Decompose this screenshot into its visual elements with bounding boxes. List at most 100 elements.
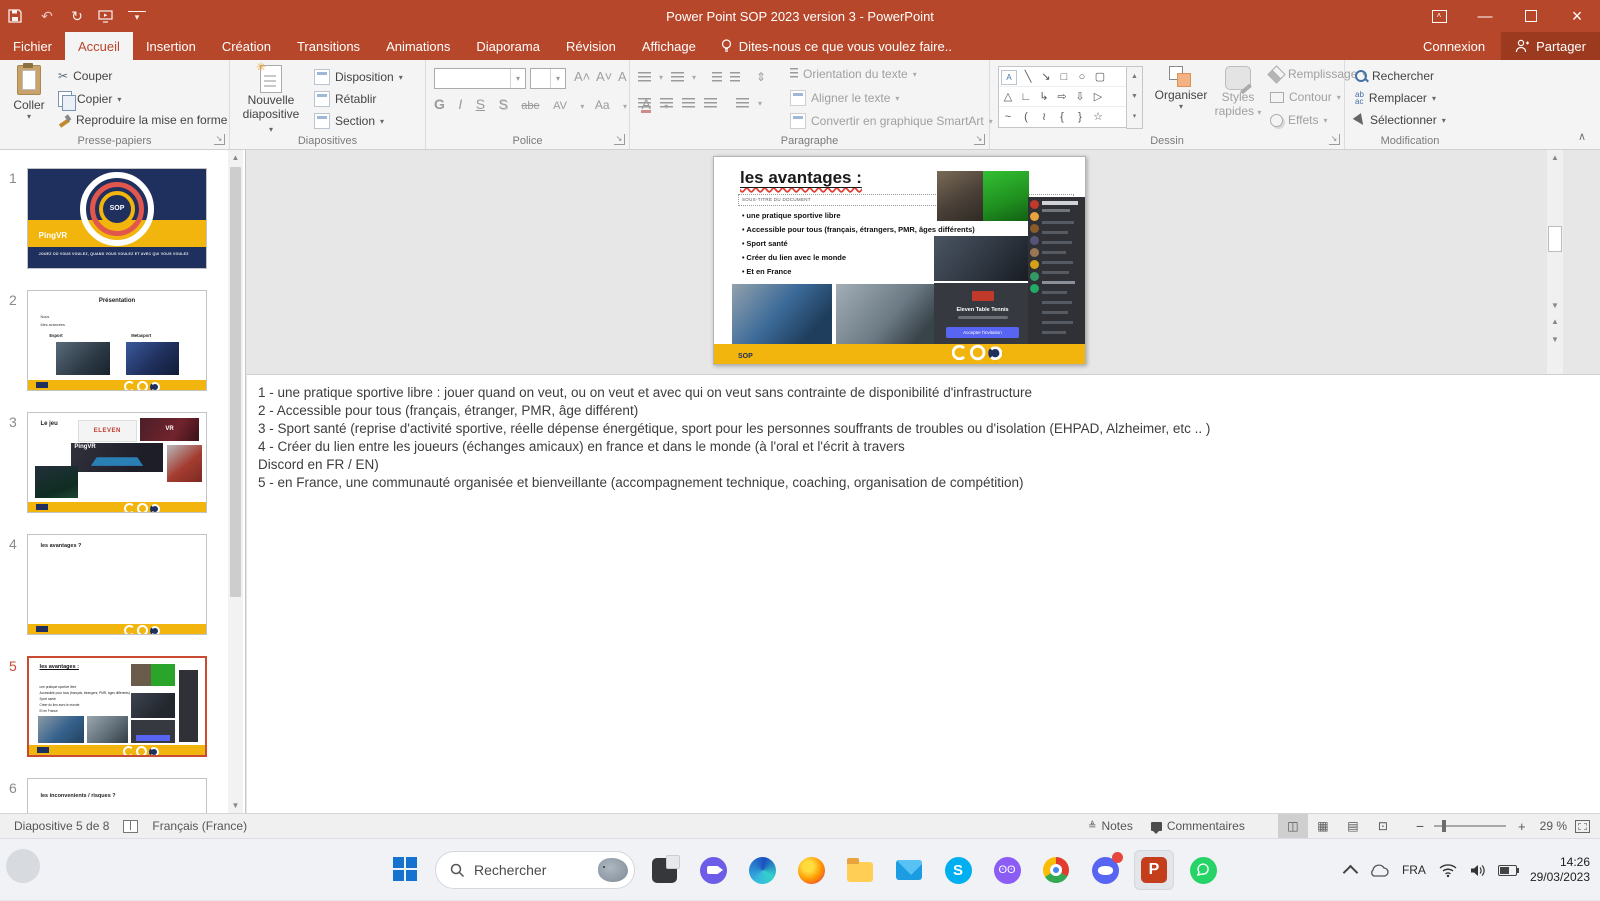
rounded-rectangle-shape-icon[interactable]: ▢ xyxy=(1091,68,1109,87)
tab-revision[interactable]: Révision xyxy=(553,32,629,60)
save-icon[interactable] xyxy=(8,9,26,23)
start-slideshow-icon[interactable] xyxy=(98,10,116,23)
gym-vr-photo[interactable] xyxy=(732,284,832,346)
close-button[interactable]: × xyxy=(1554,0,1600,32)
tab-affichage[interactable]: Affichage xyxy=(629,32,709,60)
thumbnail-slide-4[interactable]: 4 les avantages ? xyxy=(0,534,228,638)
tab-animations[interactable]: Animations xyxy=(373,32,463,60)
restore-button[interactable] xyxy=(1508,0,1554,32)
font-size-combo[interactable]: ▾ xyxy=(530,68,566,89)
paste-button[interactable]: Coller ▾ xyxy=(6,65,52,121)
customize-qat-icon[interactable]: ▾ xyxy=(128,11,146,22)
octopus-app-icon[interactable]: ʘʘ xyxy=(987,850,1027,890)
left-brace-shape-icon[interactable]: { xyxy=(1053,108,1071,127)
zoom-out-button[interactable]: − xyxy=(1412,818,1428,834)
shape-outline-button[interactable]: Contour ▾ xyxy=(1270,90,1341,104)
italic-button[interactable]: I xyxy=(458,96,462,112)
zoom-percentage[interactable]: 29 % xyxy=(1532,819,1575,833)
character-spacing-button[interactable]: AV xyxy=(553,100,567,112)
decrease-indent-icon[interactable] xyxy=(712,72,722,83)
scrollbar-thumb[interactable] xyxy=(1548,226,1562,252)
columns-icon[interactable] xyxy=(736,98,749,109)
triangle-shape-icon[interactable]: △ xyxy=(999,88,1017,107)
quick-styles-button[interactable]: Styles rapides ▾ xyxy=(1212,66,1264,120)
shape-effects-button[interactable]: Effets ▾ xyxy=(1270,113,1327,127)
copy-button[interactable]: Copier ▾ xyxy=(58,91,121,107)
elbow-arrow-shape-icon[interactable]: ↳ xyxy=(1035,88,1053,107)
thumbnail-slide-1[interactable]: 1 SOP PingVR JOUEZ OÙ VOUS VOULEZ, QUAND… xyxy=(0,168,228,272)
notes-pane[interactable]: 1 - une pratique sportive libre : jouer … xyxy=(247,374,1600,813)
slide-sorter-view-button[interactable]: ▦ xyxy=(1308,814,1338,838)
collapse-ribbon-button[interactable]: ∧ xyxy=(1578,130,1586,143)
powerpoint-icon-active[interactable]: P xyxy=(1134,850,1174,890)
thumb-scroll-up[interactable]: ▲ xyxy=(228,150,243,165)
reset-button[interactable]: Rétablir xyxy=(314,91,376,107)
line-shape-icon[interactable]: ╲ xyxy=(1019,68,1037,87)
vr-player-photo[interactable] xyxy=(937,171,983,221)
next-slide-button[interactable]: ▼ xyxy=(1547,336,1563,352)
zoom-slider[interactable] xyxy=(1434,825,1506,827)
tab-insertion[interactable]: Insertion xyxy=(133,32,209,60)
find-button[interactable]: Rechercher xyxy=(1355,69,1434,83)
oval-shape-icon[interactable]: ○ xyxy=(1073,68,1091,87)
tab-creation[interactable]: Création xyxy=(209,32,284,60)
section-button[interactable]: Section ▾ xyxy=(314,113,384,129)
firefox-icon[interactable] xyxy=(791,850,831,890)
increase-indent-icon[interactable] xyxy=(730,72,740,83)
slide-bullet[interactable]: Et en France xyxy=(742,267,791,276)
language-status[interactable]: Français (France) xyxy=(152,819,247,833)
right-arrow-shape-icon[interactable]: ⇨ xyxy=(1053,88,1071,107)
textbox-shape-icon[interactable]: A xyxy=(1001,70,1017,85)
redo-icon[interactable]: ↻ xyxy=(68,8,86,25)
underline-button[interactable]: S xyxy=(476,96,485,112)
tab-diaporama[interactable]: Diaporama xyxy=(463,32,553,60)
two-men-photo[interactable] xyxy=(934,236,1031,281)
discord-sidebar-screenshot[interactable] xyxy=(1028,197,1086,346)
shapes-scroll-up[interactable]: ▲ xyxy=(1127,67,1142,87)
callout-shape-icon[interactable]: ▷ xyxy=(1089,88,1107,107)
cut-button[interactable]: ✂ Couper xyxy=(58,69,112,83)
zoom-slider-thumb[interactable] xyxy=(1442,820,1446,832)
clock[interactable]: 14:26 29/03/2023 xyxy=(1530,855,1590,885)
reading-view-button[interactable]: ▤ xyxy=(1338,814,1368,838)
freeform-shape-icon[interactable]: ~ xyxy=(999,108,1017,127)
thumbnail-slide-6[interactable]: 6 les inconvenients / risques ? xyxy=(0,778,228,813)
tab-transitions[interactable]: Transitions xyxy=(284,32,373,60)
thumb-scroll-down[interactable]: ▼ xyxy=(228,798,243,813)
minimize-button[interactable]: — xyxy=(1462,0,1508,32)
notes-toggle-button[interactable]: ≜ Notes xyxy=(1079,814,1142,838)
select-button[interactable]: Sélectionner ▾ xyxy=(1355,113,1446,127)
slide-bullet[interactable]: Sport santé xyxy=(742,239,788,248)
align-text-button[interactable]: Aligner le texte ▾ xyxy=(790,90,899,106)
text-direction-button[interactable]: Orientation du texte ▾ xyxy=(790,67,917,81)
format-painter-button[interactable]: Reproduire la mise en forme xyxy=(58,113,227,127)
scroll-down-button[interactable]: ▼ xyxy=(1547,298,1563,314)
down-arrow-shape-icon[interactable]: ⇩ xyxy=(1071,88,1089,107)
elbow-shape-icon[interactable]: ∟ xyxy=(1017,88,1035,107)
widgets-button[interactable] xyxy=(6,849,40,883)
mail-icon[interactable] xyxy=(889,850,929,890)
layout-button[interactable]: Disposition ▾ xyxy=(314,69,403,85)
previous-slide-button[interactable]: ▲ xyxy=(1547,318,1563,334)
tray-chevron-icon[interactable] xyxy=(1343,864,1359,880)
star-shape-icon[interactable]: ☆ xyxy=(1089,108,1107,127)
slideshow-view-button[interactable]: ⊡ xyxy=(1368,814,1398,838)
right-brace-shape-icon[interactable]: } xyxy=(1071,108,1089,127)
edge-icon[interactable] xyxy=(742,850,782,890)
font-name-combo[interactable]: ▾ xyxy=(434,68,526,89)
slide-vertical-scrollbar[interactable]: ▲ ▼ ▲ ▼ xyxy=(1547,150,1563,374)
change-case-button[interactable]: Aa xyxy=(595,98,610,112)
slide-bullet[interactable]: Accessible pour tous (français, étranger… xyxy=(742,225,975,234)
replace-button[interactable]: abac Remplacer ▾ xyxy=(1355,91,1436,105)
arc-shape-icon[interactable]: ( xyxy=(1017,108,1035,127)
wifi-icon[interactable] xyxy=(1439,864,1457,877)
drawing-dialog-launcher[interactable]: ↘ xyxy=(1329,134,1340,145)
numbering-icon[interactable] xyxy=(671,72,684,83)
text-shadow-button[interactable]: S xyxy=(498,96,507,112)
slide-title[interactable]: les avantages : xyxy=(740,168,862,188)
clear-formatting-button[interactable]: A xyxy=(618,69,627,84)
grow-font-button[interactable]: A˄ xyxy=(574,69,590,84)
thumbnail-slide-2[interactable]: 2 Présentation Nous Mes avancées Esport … xyxy=(0,290,228,394)
slide-bullet[interactable]: Créer du lien avec le monde xyxy=(742,253,846,262)
discord-icon[interactable] xyxy=(1085,850,1125,890)
